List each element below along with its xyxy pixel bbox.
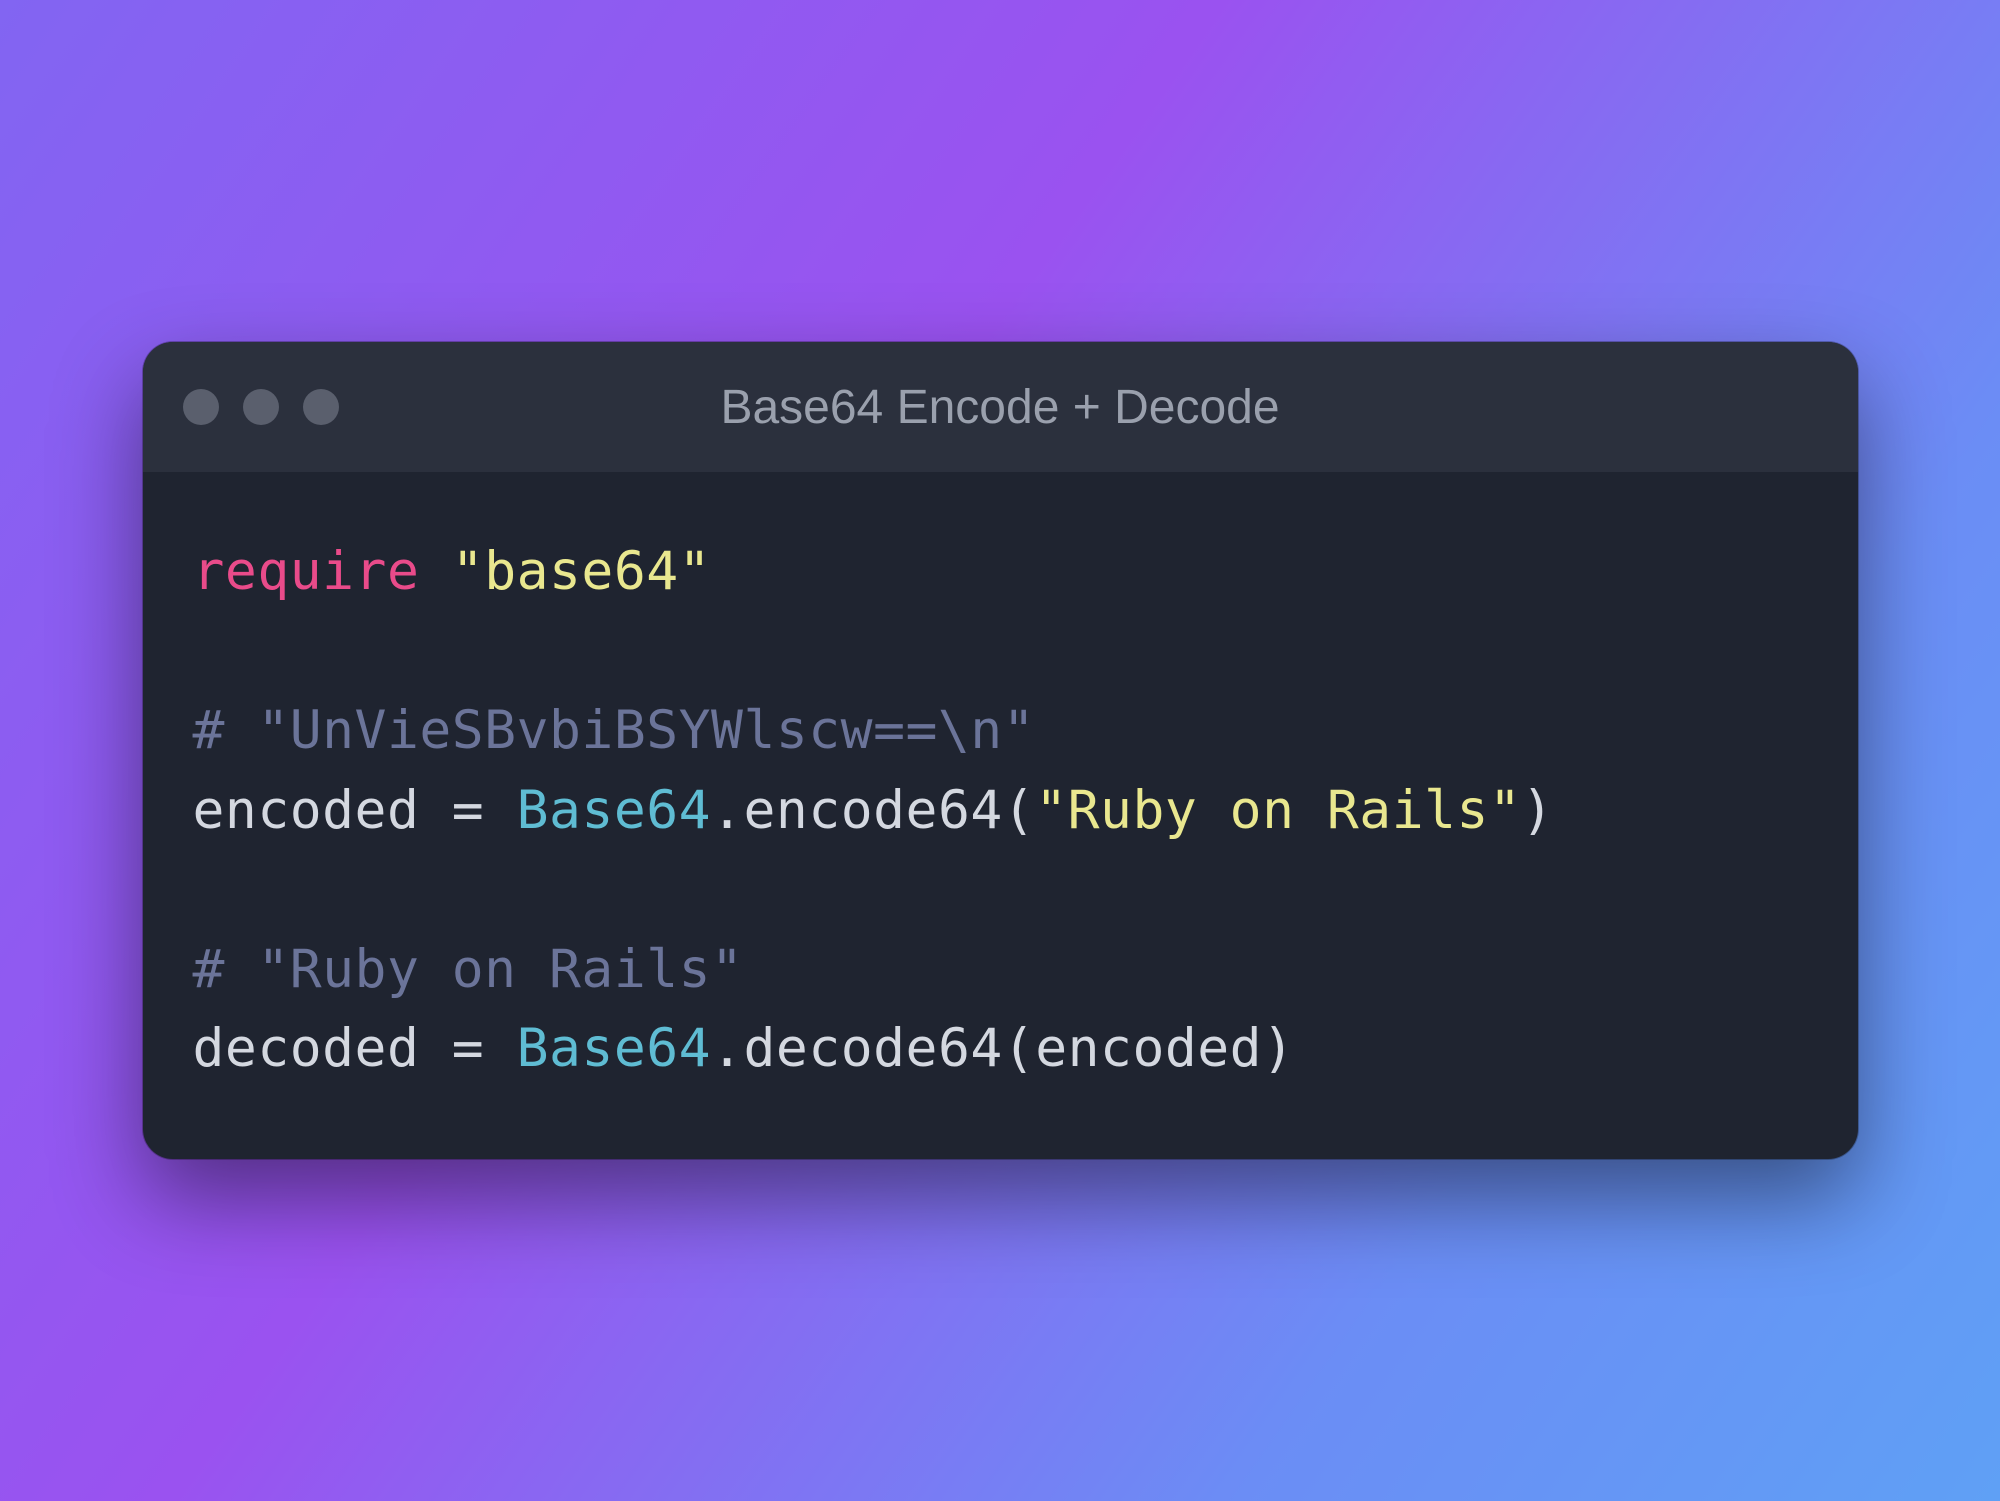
- code-method: decode64: [744, 1018, 1003, 1079]
- code-arg: encoded: [1035, 1018, 1262, 1079]
- code-space: [419, 1018, 451, 1079]
- code-space: [484, 780, 516, 841]
- code-space: [419, 541, 451, 602]
- code-comment: # "Ruby on Rails": [193, 939, 744, 1000]
- code-class: Base64: [517, 780, 711, 841]
- code-dot: .: [711, 780, 743, 841]
- code-op: =: [452, 780, 484, 841]
- code-comment: # "UnVieSBvbiBSYWlscw==\n": [193, 700, 1036, 761]
- window-title: Base64 Encode + Decode: [143, 380, 1858, 435]
- code-paren: (: [1003, 1018, 1035, 1079]
- code-var: decoded: [193, 1018, 420, 1079]
- code-keyword: require: [193, 541, 420, 602]
- code-paren: (: [1003, 780, 1035, 841]
- code-class: Base64: [517, 1018, 711, 1079]
- code-space: [419, 780, 451, 841]
- code-paren: ): [1262, 1018, 1294, 1079]
- code-block: require "base64" # "UnVieSBvbiBSYWlscw==…: [143, 472, 1858, 1159]
- code-window: Base64 Encode + Decode require "base64" …: [143, 342, 1858, 1159]
- close-icon[interactable]: [183, 389, 219, 425]
- code-paren: ): [1521, 780, 1553, 841]
- code-dot: .: [711, 1018, 743, 1079]
- code-string: "Ruby on Rails": [1035, 780, 1521, 841]
- window-controls: [183, 389, 339, 425]
- window-titlebar: Base64 Encode + Decode: [143, 342, 1858, 472]
- code-string: "base64": [452, 541, 711, 602]
- code-op: =: [452, 1018, 484, 1079]
- code-space: [484, 1018, 516, 1079]
- maximize-icon[interactable]: [303, 389, 339, 425]
- code-method: encode64: [744, 780, 1003, 841]
- minimize-icon[interactable]: [243, 389, 279, 425]
- code-var: encoded: [193, 780, 420, 841]
